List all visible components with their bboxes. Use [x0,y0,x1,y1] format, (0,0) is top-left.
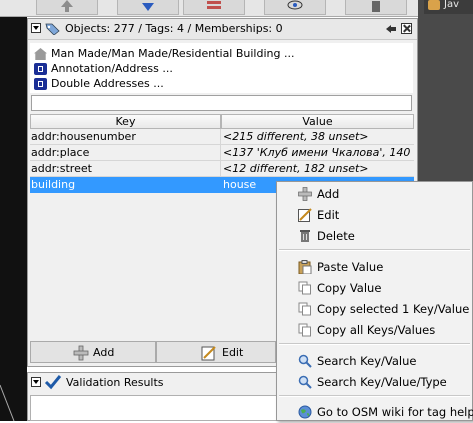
table-row[interactable]: addr:housenumber <215 different, 38 unse… [30,129,414,145]
menu-separator [279,395,470,397]
panel-header: Objects: 277 / Tags: 4 / Memberships: 0 [28,19,417,40]
menu-item-copy-selected-key-value[interactable]: Copy selected 1 Key/Value [277,299,472,320]
edit-tag-button[interactable]: Edit [156,341,276,363]
menu-item-delete[interactable]: Delete [277,226,472,247]
down-arrow-icon [142,3,154,11]
panel-title: Validation Results [66,376,164,389]
tag-key: addr:place [30,145,221,161]
taskbar-item-label: Jav [444,0,459,10]
menu-item-copy-all-keys-values[interactable]: Copy all Keys/Values [277,320,472,341]
table-row[interactable]: addr:street <12 different, 182 unset> [30,161,414,177]
layers-icon [207,1,221,9]
background-strip [0,0,27,421]
menu-separator [279,343,470,345]
menu-item-edit[interactable]: Edit [277,205,472,226]
address-icon [34,78,47,90]
java-icon [428,0,440,10]
plus-icon [73,345,89,361]
pin-icon[interactable] [385,23,397,35]
toggle-visibility-button[interactable] [264,0,326,15]
taskbar-item[interactable]: Jav [424,0,473,14]
eye-icon [287,0,303,10]
move-down-button[interactable] [117,0,179,15]
address-icon [34,63,47,75]
edit-icon [201,346,216,361]
menu-item-search-key-value-type[interactable]: Search Key/Value/Type [277,372,472,393]
copy-icon [298,302,311,316]
tag-key: addr:housenumber [30,129,221,145]
tag-value: <215 different, 38 unset> [221,129,414,145]
panel-title: Objects: 277 / Tags: 4 / Memberships: 0 [65,22,283,35]
add-tag-button[interactable]: Add [30,341,156,363]
tag-key: addr:street [30,161,221,177]
context-menu: Add Edit Delete Paste Value Copy Value C… [276,181,473,421]
paste-icon [298,260,312,274]
plus-icon [298,187,312,201]
close-icon[interactable] [401,23,412,34]
copy-icon [298,323,311,337]
map-toolbar [0,0,418,17]
preset-list: Man Made/Man Made/Residential Building .… [30,43,413,93]
copy-icon [298,281,311,295]
tag-value: <137 'Клуб имени Чкалова', 140 un... [221,145,414,161]
trash-icon [300,230,310,242]
layers-button[interactable] [183,0,245,15]
table-row[interactable]: addr:place <137 'Клуб имени Чкалова', 14… [30,145,414,161]
house-icon [34,48,47,60]
checkmark-icon [44,375,62,390]
collapse-toggle[interactable] [31,377,41,387]
tag-key: building [30,177,221,193]
tag-icon [45,23,60,35]
delete-button[interactable] [345,0,407,15]
edit-icon [298,208,312,222]
globe-icon [298,405,312,419]
menu-item-search-key-value[interactable]: Search Key/Value [277,351,472,372]
search-icon [298,354,312,368]
tag-filter-input[interactable] [31,95,412,111]
menu-separator [279,249,470,251]
tag-value: <12 different, 182 unset> [221,161,414,177]
collapse-toggle[interactable] [31,23,41,33]
move-up-button[interactable] [36,0,98,15]
trash-icon [372,1,380,12]
column-header-key[interactable]: Key [30,114,221,129]
menu-item-paste-value[interactable]: Paste Value [277,257,472,278]
menu-item-copy-value[interactable]: Copy Value [277,278,472,299]
column-header-value[interactable]: Value [221,114,414,129]
menu-item-add[interactable]: Add [277,184,472,205]
up-arrow-icon [61,0,73,12]
menu-item-osm-wiki[interactable]: Go to OSM wiki for tag help [277,402,473,423]
search-icon [298,375,312,389]
